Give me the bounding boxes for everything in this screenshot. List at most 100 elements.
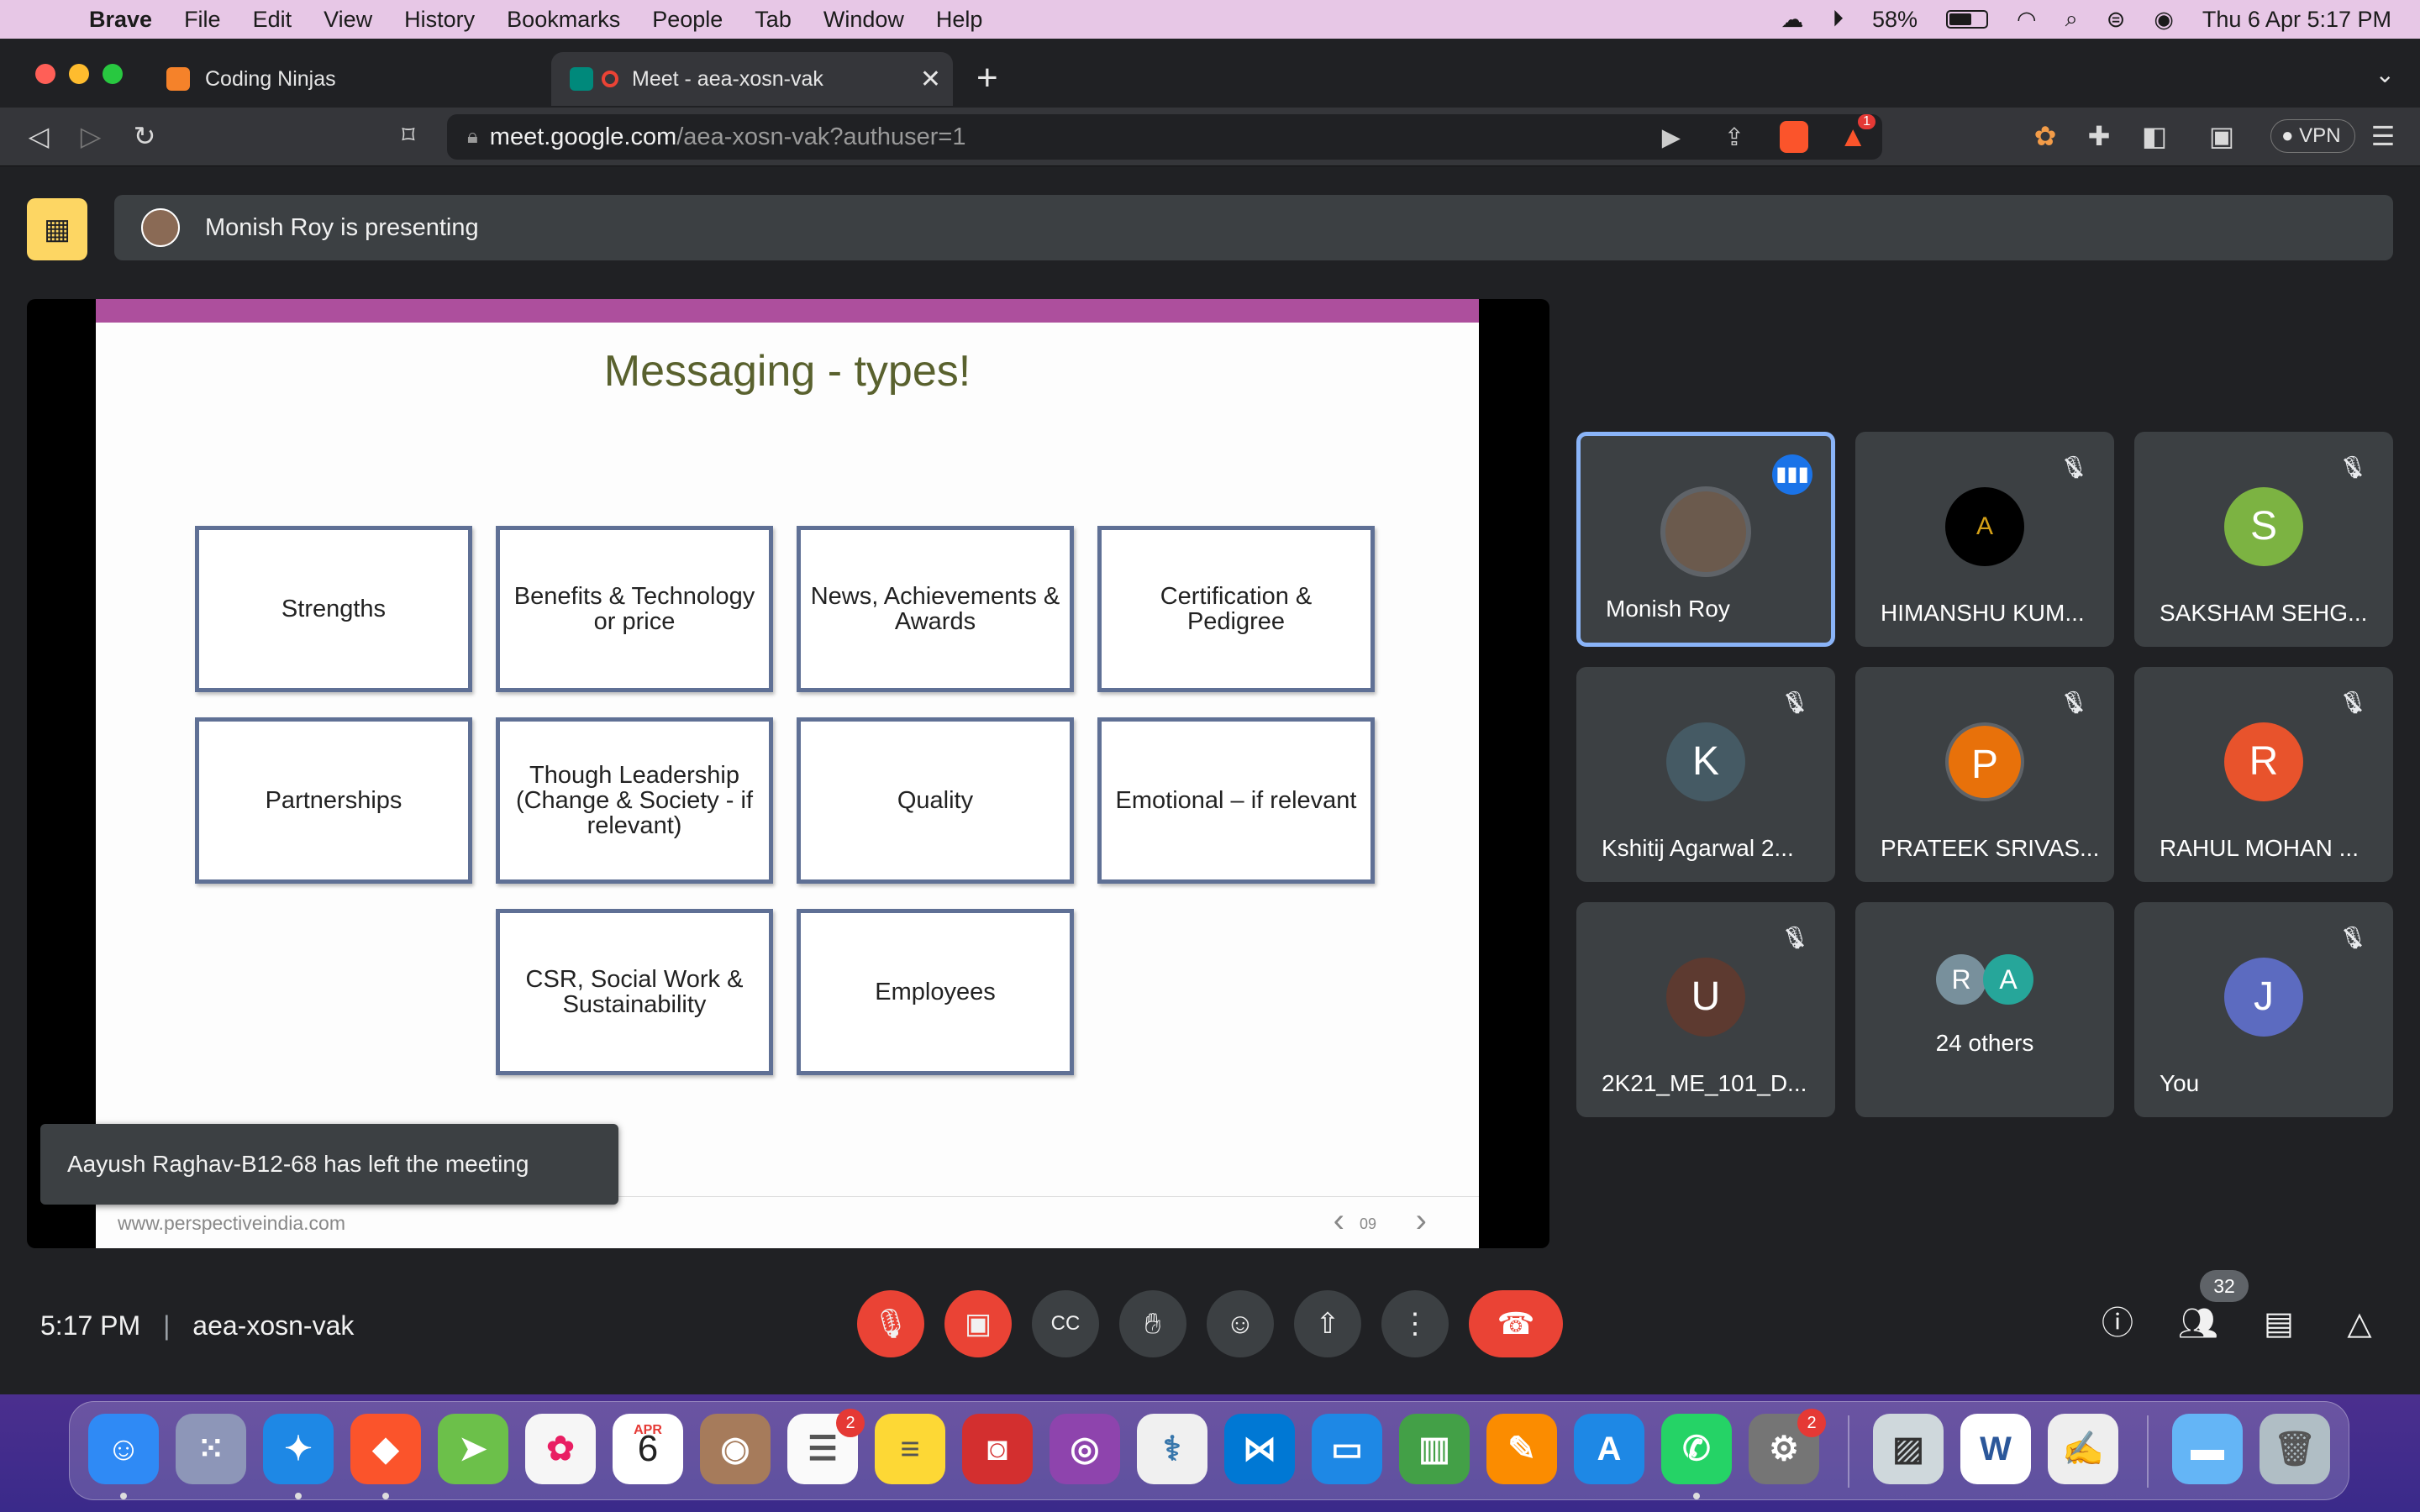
cookie-icon[interactable]: ✿ (2028, 119, 2062, 153)
app-store-icon[interactable]: A (1574, 1414, 1644, 1484)
muted-mic-icon: 🎙︎ (1780, 922, 1810, 953)
tab-label: Coding Ninjas (205, 66, 336, 91)
reload-icon[interactable]: ↻ (128, 119, 161, 153)
menu-history[interactable]: History (404, 7, 475, 33)
contacts-icon[interactable]: ◉ (700, 1414, 771, 1484)
participant-tile[interactable]: P 🎙︎ PRATEEK SRIVAS... (1855, 667, 2114, 882)
menubar-clock[interactable]: Thu 6 Apr 5:17 PM (2202, 7, 2391, 33)
camera-in-use-icon[interactable]: ▶ (1662, 123, 1681, 152)
menu-app-name[interactable]: Brave (89, 7, 152, 33)
menu-file[interactable]: File (184, 7, 221, 33)
podcasts-icon[interactable]: ◎ (1050, 1414, 1120, 1484)
participant-tile[interactable]: ▮▮▮ Monish Roy (1576, 432, 1835, 647)
chat-icon[interactable]: ▤ (2255, 1300, 2302, 1347)
participant-tile[interactable]: K 🎙︎ Kshitij Agarwal 2... (1576, 667, 1835, 882)
menu-hamburger-icon[interactable]: ☰ (2366, 119, 2400, 153)
minimize-window-button[interactable] (69, 64, 89, 84)
preview-icon[interactable]: ▨ (1873, 1414, 1944, 1484)
participant-tile[interactable]: S 🎙︎ SAKSHAM SEHG... (2134, 432, 2393, 647)
trash-icon[interactable]: 🗑︎ (2260, 1414, 2330, 1484)
tab-coding-ninjas[interactable]: Coding Ninjas (148, 52, 543, 106)
calendar-icon[interactable]: APR 6 (613, 1414, 683, 1484)
back-icon[interactable]: ◁ (22, 119, 55, 153)
wallet-icon[interactable]: ▣ (2205, 119, 2238, 153)
pages-icon[interactable]: ✎ (1486, 1414, 1557, 1484)
menu-bookmarks[interactable]: Bookmarks (507, 7, 620, 33)
more-options-button[interactable]: ⋮ (1381, 1290, 1449, 1357)
zoom-window-button[interactable] (103, 64, 123, 84)
muted-mic-icon: 🎙︎ (2059, 687, 2089, 717)
lock-icon: 🔒︎ (467, 125, 478, 148)
wifi-icon[interactable]: ◠ (2017, 7, 2037, 33)
url-path: /aea-xosn-vak?authuser=1 (676, 123, 966, 150)
launchpad-icon[interactable]: ⁙ (176, 1414, 246, 1484)
avatar: A (1945, 487, 2024, 566)
menu-help[interactable]: Help (936, 7, 983, 33)
brave-icon[interactable]: ◆ (350, 1414, 421, 1484)
people-count-badge: 32 (2200, 1270, 2249, 1302)
avatar: U (1666, 958, 1745, 1037)
captions-button[interactable]: CC (1032, 1290, 1099, 1357)
notes-icon[interactable]: ≡ (875, 1414, 945, 1484)
siri-icon[interactable]: ◉ (2154, 7, 2174, 33)
menu-edit[interactable]: Edit (253, 7, 292, 33)
cloud-icon[interactable]: ☁ (1781, 7, 1803, 33)
self-tile[interactable]: J 🎙︎ You (2134, 902, 2393, 1117)
menu-people[interactable]: People (652, 7, 723, 33)
textedit-icon[interactable]: ✍ (2048, 1414, 2118, 1484)
address-bar[interactable]: 🔒︎ meet.google.com /aea-xosn-vak?authuse… (447, 114, 1882, 160)
bookmark-icon[interactable]: ⌑ (392, 119, 425, 153)
people-icon[interactable]: 👥︎ (2175, 1300, 2222, 1347)
battery-icon[interactable] (1946, 10, 1988, 29)
participant-tile[interactable]: A 🎙︎ HIMANSHU KUM... (1855, 432, 2114, 647)
present-now-button[interactable]: ⇧ (1294, 1290, 1361, 1357)
mic-off-button[interactable]: 🎙︎ (857, 1290, 924, 1357)
forward-icon[interactable]: ▷ (74, 119, 108, 153)
numbers-icon[interactable]: ▥ (1399, 1414, 1470, 1484)
menu-view[interactable]: View (324, 7, 372, 33)
new-tab-button[interactable]: + (976, 57, 998, 99)
python-launcher-icon[interactable]: ⚕ (1137, 1414, 1207, 1484)
raise-hand-button[interactable]: ✋︎ (1119, 1290, 1186, 1357)
control-center-icon[interactable]: ⊜ (2107, 7, 2126, 33)
brave-shields-icon[interactable] (1780, 121, 1808, 153)
safari-icon[interactable]: ✦ (263, 1414, 334, 1484)
camera-off-button[interactable]: ▣ (944, 1290, 1012, 1357)
share-icon[interactable]: ⇪ (1724, 123, 1744, 152)
sidebar-icon[interactable]: ◧ (2138, 119, 2171, 153)
stop-presenting-icon[interactable]: ▦ (27, 198, 87, 260)
whatsapp-icon[interactable]: ✆ (1661, 1414, 1732, 1484)
reactions-button[interactable]: ☺ (1207, 1290, 1274, 1357)
finder-icon[interactable]: ☺ (88, 1414, 159, 1484)
leave-call-button[interactable]: ☎ (1469, 1290, 1563, 1357)
speaking-indicator-icon: ▮▮▮ (1772, 454, 1812, 495)
menu-window[interactable]: Window (823, 7, 904, 33)
participant-name: SAKSHAM SEHG... (2160, 600, 2368, 626)
vpn-button[interactable]: ● VPN (2270, 119, 2355, 153)
spotlight-search-icon[interactable]: ⌕ (2065, 6, 2078, 33)
downloads-folder-icon[interactable]: ▬ (2172, 1414, 2243, 1484)
reminders-icon[interactable]: ☰ 2 (787, 1409, 865, 1484)
close-window-button[interactable] (35, 64, 55, 84)
extensions-puzzle-icon[interactable]: ✚ (2082, 119, 2116, 153)
participant-tile[interactable]: U 🎙︎ 2K21_ME_101_D... (1576, 902, 1835, 1117)
play-icon[interactable]: ⏵ (1832, 6, 1844, 33)
tab-list-chevron-icon[interactable]: ⌄ (2375, 60, 2395, 88)
meeting-info: 5:17 PM | aea-xosn-vak (40, 1310, 354, 1341)
vscode-icon[interactable]: ⋈ (1224, 1414, 1295, 1484)
maps-icon[interactable]: ➤ (438, 1414, 508, 1484)
tab-meet[interactable]: Meet - aea-xosn-vak ✕ (551, 52, 953, 106)
menu-tab[interactable]: Tab (755, 7, 792, 33)
close-tab-icon[interactable]: ✕ (920, 65, 941, 94)
meeting-details-icon[interactable]: ⓘ (2094, 1300, 2141, 1347)
participant-tile[interactable]: R 🎙︎ RAHUL MOHAN ... (2134, 667, 2393, 882)
system-preferences-icon[interactable]: ⚙ 2 (1749, 1409, 1826, 1484)
word-icon[interactable]: W (1960, 1414, 2031, 1484)
activities-icon[interactable]: △ (2336, 1300, 2383, 1347)
photos-icon[interactable]: ✿ (525, 1414, 596, 1484)
keynote-icon[interactable]: ▭ (1312, 1414, 1382, 1484)
avatar: R (2224, 722, 2303, 801)
photo-booth-icon[interactable]: ◙ (962, 1414, 1033, 1484)
avatar (1660, 486, 1751, 577)
others-tile[interactable]: R A 24 others (1855, 902, 2114, 1117)
